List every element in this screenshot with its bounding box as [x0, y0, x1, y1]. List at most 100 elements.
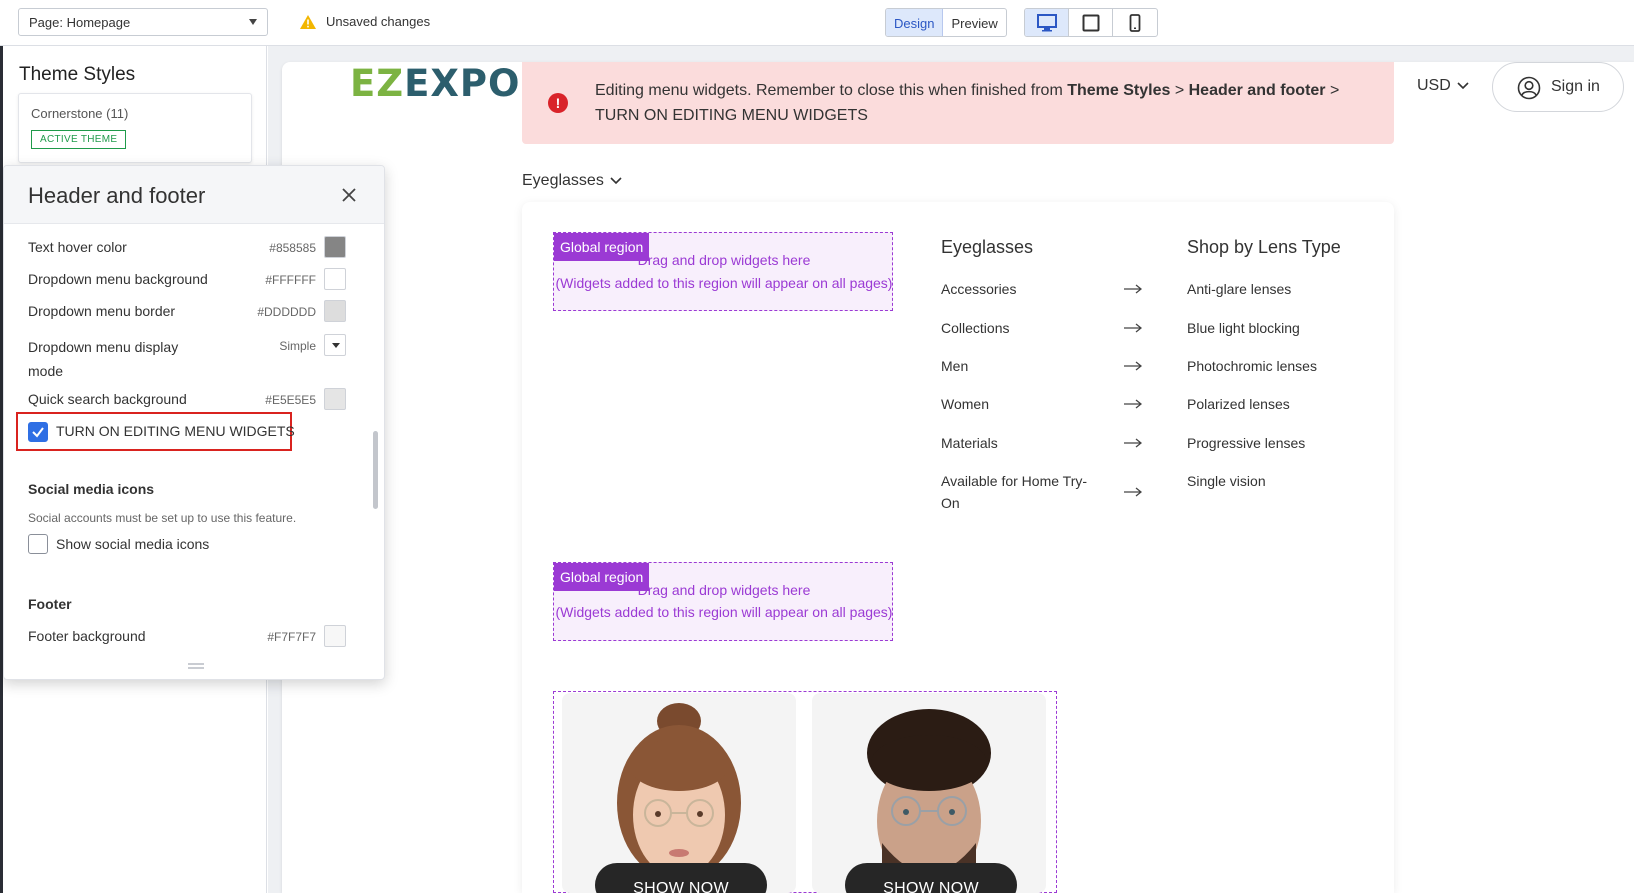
- tablet-icon: [1082, 14, 1099, 31]
- shop-now-button[interactable]: SHOW NOW: [845, 863, 1017, 893]
- arrow-right-icon: [1124, 438, 1142, 448]
- alert-separator: >: [1170, 82, 1189, 99]
- color-swatch[interactable]: [324, 388, 346, 410]
- mobile-view-button[interactable]: [1113, 9, 1157, 36]
- display-mode-select[interactable]: [324, 334, 346, 356]
- design-mode-button[interactable]: Design: [886, 9, 944, 36]
- page-select[interactable]: Page: Homepage: [18, 8, 268, 36]
- mode-toggle: Design Preview: [885, 8, 1007, 37]
- arrow-right-icon: [1124, 399, 1142, 409]
- menu-link-progressive[interactable]: Progressive lenses: [1187, 432, 1305, 454]
- setting-label: Footer background: [28, 628, 146, 644]
- page-select-value: Page: Homepage: [29, 15, 131, 30]
- alert-message: Editing menu widgets. Remember to close …: [595, 78, 1375, 128]
- unsaved-label: Unsaved changes: [326, 14, 431, 29]
- setting-label: Dropdown menu background: [28, 271, 208, 287]
- editing-alert: ! Editing menu widgets. Remember to clos…: [522, 62, 1394, 144]
- desktop-view-button[interactable]: [1025, 9, 1069, 36]
- close-icon[interactable]: [342, 188, 356, 202]
- arrow-right-icon: [1124, 361, 1142, 371]
- menu-link-collections[interactable]: Collections: [941, 317, 1009, 339]
- setting-label: Quick search background: [28, 391, 187, 407]
- section-help: Social accounts must be set up to use th…: [28, 511, 297, 525]
- show-social-icons-checkbox[interactable]: [28, 534, 48, 554]
- color-swatch[interactable]: [324, 300, 346, 322]
- arrow-right-icon: [1124, 487, 1142, 497]
- arrow-right-icon: [1124, 284, 1142, 294]
- region-hint: Drag and drop widgets here: [637, 582, 811, 598]
- warning-icon: [300, 14, 316, 29]
- chevron-down-icon: [249, 19, 257, 25]
- menu-link-home-try-on[interactable]: Available for Home Try- On: [941, 470, 1087, 514]
- active-theme-badge: ACTIVE THEME: [31, 130, 127, 149]
- nav-item-label: Eyeglasses: [522, 172, 604, 189]
- sign-in-label: Sign in: [1551, 78, 1600, 95]
- menu-link-accessories[interactable]: Accessories: [941, 278, 1016, 300]
- tablet-view-button[interactable]: [1069, 9, 1113, 36]
- menu-link-polarized[interactable]: Polarized lenses: [1187, 393, 1290, 415]
- header-footer-panel: Header and footer Text hover color #8585…: [3, 165, 385, 680]
- global-region-drop-zone[interactable]: Global region Drag and drop widgets here…: [553, 232, 893, 311]
- checkmark-icon: [32, 427, 44, 438]
- logo-expo: EXPO: [404, 62, 521, 105]
- section-title: Footer: [28, 596, 72, 612]
- menu-column-title: Shop by Lens Type: [1187, 237, 1341, 257]
- color-swatch[interactable]: [324, 625, 346, 647]
- menu-link-photochromic[interactable]: Photochromic lenses: [1187, 355, 1317, 377]
- currency-label: USD: [1417, 77, 1451, 94]
- unsaved-status: Unsaved changes: [300, 14, 430, 29]
- alert-prefix: Editing menu widgets. Remember to close …: [595, 82, 1068, 99]
- alert-separator: >: [1325, 82, 1340, 99]
- top-toolbar: Page: Homepage Unsaved changes Design Pr…: [0, 0, 1634, 46]
- shop-now-button[interactable]: SHOW NOW: [595, 863, 767, 893]
- menu-link-women[interactable]: Women: [941, 393, 989, 415]
- menu-link-men[interactable]: Men: [941, 355, 968, 377]
- menu-link-line: On: [941, 495, 960, 511]
- currency-selector[interactable]: USD: [1417, 77, 1469, 95]
- section-title: Social media icons: [28, 481, 155, 497]
- user-icon: [1517, 76, 1541, 100]
- setting-label: Dropdown menu display mode: [28, 335, 178, 383]
- menu-link-materials[interactable]: Materials: [941, 432, 998, 454]
- setting-label: Dropdown menu border: [28, 303, 176, 319]
- alert-link-theme-styles: Theme Styles: [1067, 82, 1171, 99]
- active-theme-card[interactable]: Cornerstone (11) ACTIVE THEME: [18, 93, 252, 163]
- global-region-drop-zone[interactable]: Global region Drag and drop widgets here…: [553, 562, 893, 641]
- theme-name: Cornerstone (11): [31, 106, 129, 121]
- menu-link-anti-glare[interactable]: Anti-glare lenses: [1187, 278, 1291, 300]
- menu-link-blue-light[interactable]: Blue light blocking: [1187, 317, 1300, 339]
- device-toggle: [1024, 8, 1158, 37]
- panel-header: Header and footer: [4, 166, 384, 224]
- color-swatch[interactable]: [324, 236, 346, 258]
- show-social-icons-label[interactable]: Show social media icons: [56, 536, 209, 552]
- region-hint: Drag and drop widgets here: [637, 252, 811, 268]
- color-swatch[interactable]: [324, 268, 346, 290]
- setting-label: Text hover color: [28, 239, 127, 255]
- chevron-down-icon: [1457, 82, 1469, 90]
- logo-ez: EZ: [350, 62, 405, 105]
- setting-hex-value: #E5E5E5: [265, 393, 316, 407]
- chevron-down-icon: [610, 177, 622, 185]
- menu-link-single-vision[interactable]: Single vision: [1187, 470, 1266, 492]
- display-mode-value: Simple: [279, 339, 316, 353]
- setting-hex-value: #DDDDDD: [257, 305, 316, 319]
- menu-column-title: Eyeglasses: [941, 237, 1034, 257]
- editing-menu-widgets-label[interactable]: TURN ON EDITING MENU WIDGETS: [56, 423, 295, 439]
- region-hint-detail: (Widgets added to this region will appea…: [555, 275, 893, 291]
- nav-item-eyeglasses[interactable]: Eyeglasses: [522, 172, 622, 190]
- alert-link-header-footer: Header and footer: [1188, 82, 1326, 99]
- preview-mode-button[interactable]: Preview: [943, 9, 1005, 36]
- setting-hex-value: #858585: [269, 241, 316, 255]
- setting-hex-value: #FFFFFF: [265, 273, 316, 287]
- store-logo[interactable]: EZEXPO: [350, 62, 520, 108]
- sign-in-button[interactable]: Sign in: [1492, 62, 1624, 112]
- desktop-icon: [1036, 13, 1057, 31]
- alert-setting-name: TURN ON EDITING MENU WIDGETS: [595, 107, 868, 124]
- panel-scrollbar[interactable]: [373, 431, 378, 509]
- error-icon: !: [548, 93, 568, 113]
- resize-grip-icon[interactable]: [188, 663, 204, 669]
- sidebar-title: Theme Styles: [19, 64, 136, 85]
- setting-label-line: Dropdown menu display: [28, 339, 179, 355]
- setting-hex-value: #F7F7F7: [267, 630, 316, 644]
- editing-menu-widgets-checkbox[interactable]: [28, 422, 48, 442]
